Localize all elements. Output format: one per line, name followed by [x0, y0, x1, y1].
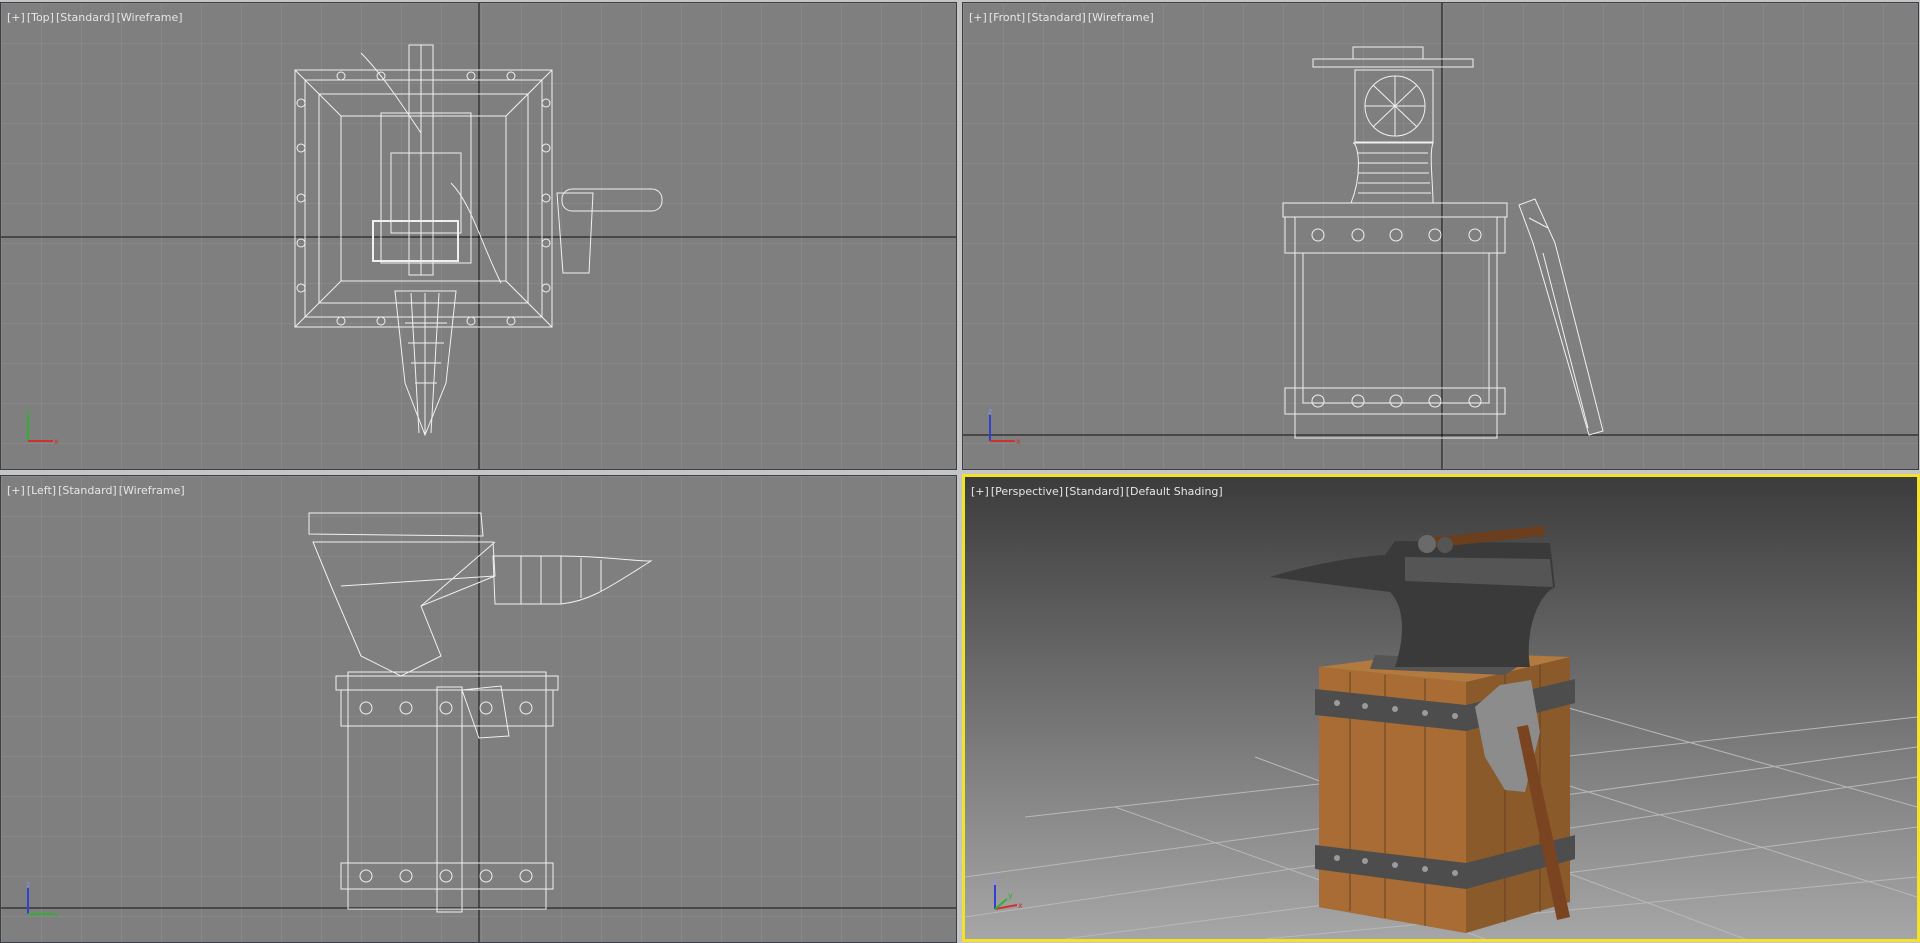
axe: [1518, 198, 1604, 436]
viewport-label[interactable]: [+] [Perspective] [Standard] [Default Shadi…: [971, 485, 1225, 498]
hammer-head: [561, 188, 663, 212]
wireframe-top-view: [1, 3, 956, 469]
viewport-perspective[interactable]: [+] [Perspective] [Standard] [Default Shadi…: [962, 474, 1920, 942]
view-name[interactable]: [Top]: [27, 11, 54, 24]
viewport-label[interactable]: [+] [Top] [Standard] [Wireframe]: [7, 11, 185, 24]
view-name[interactable]: [Perspective]: [991, 485, 1063, 498]
view-name[interactable]: [Left]: [27, 484, 56, 497]
viewport-menu[interactable]: [+]: [971, 485, 989, 498]
preset-name[interactable]: [Standard]: [1065, 485, 1124, 498]
viewport-menu[interactable]: [+]: [7, 484, 25, 497]
stump-outline: [347, 671, 547, 910]
viewport-left[interactable]: [+] [Left] [Standard] [Wireframe] z y: [0, 475, 957, 943]
shading-mode[interactable]: [Wireframe]: [1088, 11, 1154, 24]
preset-name[interactable]: [Standard]: [56, 11, 115, 24]
viewport-label[interactable]: [+] [Front] [Standard] [Wireframe]: [969, 11, 1156, 24]
axis-gizmo: z x y: [992, 877, 1023, 910]
preset-name[interactable]: [Standard]: [1027, 11, 1086, 24]
stump-outline: [1294, 216, 1498, 439]
viewport-label[interactable]: [+] [Left] [Standard] [Wireframe]: [7, 484, 187, 497]
axis-y-label: y: [26, 407, 31, 416]
axis-z-label: z: [992, 877, 996, 886]
axis-z-label: z: [26, 880, 30, 889]
preset-name[interactable]: [Standard]: [58, 484, 117, 497]
anvil-body: [312, 541, 496, 677]
axis-x-label: x: [54, 437, 59, 446]
wireframe-left-view: [1, 476, 956, 942]
axe-head: [461, 685, 510, 739]
shading-mode[interactable]: [Wireframe]: [119, 484, 185, 497]
anvil-base: [335, 675, 559, 691]
axis-x-label: x: [1016, 437, 1021, 446]
hammer-on-anvil: [308, 512, 484, 537]
axis-gizmo: y x: [26, 407, 59, 446]
anvil-horn: [492, 555, 653, 605]
shaded-perspective-scene: [965, 525, 1917, 939]
axis-gizmo: z y: [26, 880, 59, 919]
view-name[interactable]: [Front]: [989, 11, 1025, 24]
shading-mode[interactable]: [Wireframe]: [117, 11, 183, 24]
viewport-top[interactable]: [+] [Top] [Standard] [Wireframe] y x: [0, 2, 957, 470]
anvil-base: [1282, 202, 1508, 218]
viewport-menu[interactable]: [+]: [969, 11, 987, 24]
axis-x-label: x: [1018, 901, 1023, 910]
axis-y-label: y: [54, 910, 59, 919]
axis-gizmo: z x: [988, 407, 1021, 446]
axis-y-label: y: [1008, 891, 1013, 900]
axis-z-label: z: [988, 407, 992, 416]
viewport-menu[interactable]: [+]: [7, 11, 25, 24]
wireframe-front-view: [963, 3, 1918, 469]
viewport-front[interactable]: [+] [Front] [Standard] [Wireframe] z x: [962, 2, 1919, 470]
shading-mode[interactable]: [Default Shading]: [1126, 485, 1223, 498]
